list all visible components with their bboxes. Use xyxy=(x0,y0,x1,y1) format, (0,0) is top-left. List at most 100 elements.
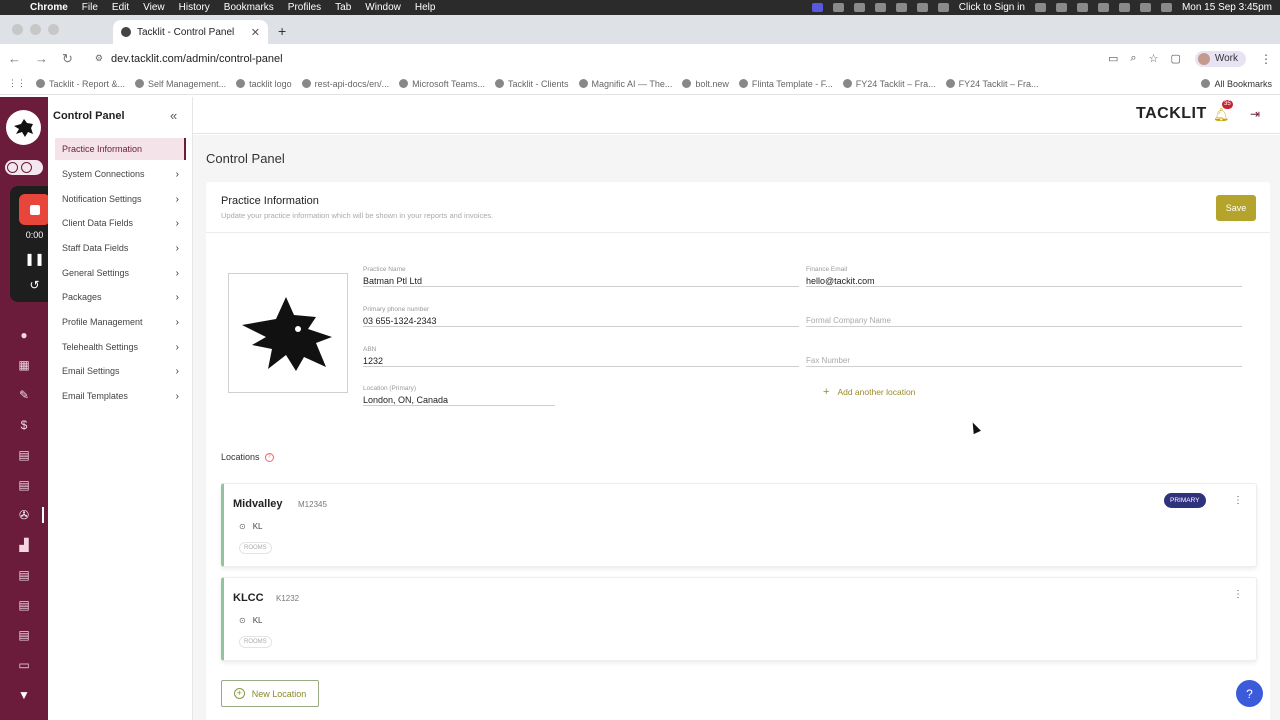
monitor-icon[interactable]: ▭ xyxy=(17,658,31,672)
menu-profiles[interactable]: Profiles xyxy=(288,2,321,13)
close-window-button[interactable] xyxy=(12,24,23,35)
tray-icon[interactable] xyxy=(1034,3,1046,12)
more-menu-icon[interactable]: ⋮ xyxy=(1260,52,1272,66)
practice-logo-upload[interactable] xyxy=(228,273,348,393)
bookmark-star-icon[interactable]: ☆ xyxy=(1149,52,1159,65)
fax-input[interactable]: Fax Number xyxy=(806,354,1242,367)
tray-icon[interactable] xyxy=(895,3,907,12)
dollar-icon[interactable]: $ xyxy=(17,418,31,432)
menu-file[interactable]: File xyxy=(82,2,98,13)
reload-icon[interactable]: ↻ xyxy=(62,51,73,67)
bookmark-item[interactable]: bolt.new xyxy=(682,79,729,89)
restart-icon[interactable]: ↺ xyxy=(29,278,39,292)
sidebar-item-telehealth-settings[interactable]: Telehealth Settings › xyxy=(55,336,186,358)
menu-bookmarks[interactable]: Bookmarks xyxy=(224,2,274,13)
menu-tab[interactable]: Tab xyxy=(335,2,351,13)
collapse-sidebar-icon[interactable]: « xyxy=(170,108,177,123)
calendar-icon[interactable]: ▦ xyxy=(17,358,31,372)
formal-company-field[interactable]: Formal Company Name xyxy=(806,306,1242,327)
practice-logo[interactable] xyxy=(6,110,41,145)
tray-icon[interactable] xyxy=(853,3,865,12)
bookmark-item[interactable]: Tacklit - Report &... xyxy=(36,79,125,89)
minimize-window-button[interactable] xyxy=(30,24,41,35)
bookmark-item[interactable]: Microsoft Teams... xyxy=(399,79,485,89)
sidebar-item-client-data-fields[interactable]: Client Data Fields › xyxy=(55,212,186,234)
document-icon[interactable]: ▤ xyxy=(17,478,31,492)
finance-email-field[interactable]: Finance Email hello@tackit.com xyxy=(806,266,1242,287)
bookmark-item[interactable]: rest-api-docs/en/... xyxy=(301,79,389,89)
browser-tab-active[interactable]: Tacklit - Control Panel ✕ xyxy=(113,20,268,44)
tray-icon[interactable] xyxy=(874,3,886,12)
sign-in-tray[interactable]: Click to Sign in xyxy=(959,2,1025,13)
control-center-icon[interactable] xyxy=(1139,3,1151,12)
sidebar-item-profile-management[interactable]: Profile Management › xyxy=(55,311,186,333)
sidebar-item-general-settings[interactable]: General Settings › xyxy=(55,262,186,284)
more-options-icon[interactable]: ⋮ xyxy=(1233,589,1243,600)
location-card[interactable]: Midvalley M12345 ⊙ KL ROOMS PRIMARY ⋮ xyxy=(221,483,1257,567)
sidebar-item-staff-data-fields[interactable]: Staff Data Fields › xyxy=(55,237,186,259)
practice-name-field[interactable]: Practice Name Batman Ptl Ltd xyxy=(363,266,799,287)
recorder-toggle[interactable] xyxy=(5,160,43,175)
bookmark-item[interactable]: Tacklit - Clients xyxy=(495,79,569,89)
sidebar-item-practice-information[interactable]: Practice Information xyxy=(55,138,186,160)
wifi-icon[interactable] xyxy=(1097,3,1109,12)
help-button[interactable]: ? xyxy=(1236,680,1263,707)
location-input[interactable]: London, ON, Canada xyxy=(363,393,555,406)
report-icon[interactable]: ▤ xyxy=(17,598,31,612)
pause-icon[interactable]: ❚❚ xyxy=(24,252,44,266)
maximize-window-button[interactable] xyxy=(48,24,59,35)
bookmark-item[interactable]: tacklit logo xyxy=(236,79,292,89)
chart-icon[interactable]: ▟ xyxy=(17,538,31,552)
wrench-icon[interactable]: ✇ xyxy=(17,508,31,522)
bookmark-item[interactable]: Self Management... xyxy=(135,79,226,89)
phone-input[interactable]: 03 655-1324-2343 xyxy=(363,314,799,327)
menu-app-name[interactable]: Chrome xyxy=(30,2,68,13)
location-field[interactable]: Location (Primary) London, ON, Canada xyxy=(363,385,555,406)
sidebar-item-system-connections[interactable]: System Connections › xyxy=(55,163,186,185)
apps-grid-icon[interactable]: ⋮⋮ xyxy=(8,78,26,89)
finance-email-input[interactable]: hello@tackit.com xyxy=(806,274,1242,287)
close-tab-icon[interactable]: ✕ xyxy=(251,26,260,39)
sidebar-item-notification-settings[interactable]: Notification Settings › xyxy=(55,188,186,210)
phone-field[interactable]: Primary phone number 03 655-1324-2343 xyxy=(363,306,799,327)
bell-icon[interactable]: 🔔︎ xyxy=(1213,107,1230,123)
add-another-location-button[interactable]: + Add another location xyxy=(823,386,915,398)
address-bar[interactable]: ⚙ dev.tacklit.com/admin/control-panel xyxy=(87,48,1094,70)
bookmark-item[interactable]: FY24 Tacklit – Fra... xyxy=(945,79,1039,89)
menu-help[interactable]: Help xyxy=(415,2,436,13)
sidebar-item-packages[interactable]: Packages › xyxy=(55,286,186,308)
menu-window[interactable]: Window xyxy=(365,2,401,13)
more-options-icon[interactable]: ⋮ xyxy=(1233,495,1243,506)
bookmark-item[interactable]: Flinta Template - F... xyxy=(738,79,833,89)
menubar-datetime[interactable]: Mon 15 Sep 3:45pm xyxy=(1182,2,1272,13)
abn-field[interactable]: ABN 1232 xyxy=(363,346,799,367)
forward-icon[interactable]: → xyxy=(35,51,48,66)
bluetooth-icon[interactable] xyxy=(1055,3,1067,12)
sidebar-item-email-settings[interactable]: Email Settings › xyxy=(55,360,186,382)
report-icon[interactable]: ▤ xyxy=(17,568,31,582)
tray-icon[interactable] xyxy=(937,3,949,12)
install-app-icon[interactable]: ▭ xyxy=(1108,52,1118,65)
location-card[interactable]: KLCC K1232 ⊙ KL ROOMS ⋮ xyxy=(221,577,1257,661)
invoice-icon[interactable]: ▤ xyxy=(17,448,31,462)
fax-field[interactable]: Fax Number xyxy=(806,346,1242,367)
site-info-icon[interactable]: ⚙ xyxy=(95,53,103,64)
zoom-icon[interactable]: ⌕ xyxy=(1130,52,1136,65)
extensions-icon[interactable]: ▢ xyxy=(1170,52,1180,65)
siri-icon[interactable] xyxy=(1160,3,1172,12)
battery-icon[interactable] xyxy=(1076,3,1088,12)
logout-icon[interactable]: ⇥ xyxy=(1250,107,1260,121)
bookmark-item[interactable]: Magnific AI — The... xyxy=(578,79,672,89)
menu-history[interactable]: History xyxy=(179,2,210,13)
profile-button[interactable]: Work xyxy=(1194,50,1246,67)
new-tab-button[interactable]: + xyxy=(278,23,286,39)
brand-mark-icon[interactable]: ▼ xyxy=(17,688,31,702)
new-location-button[interactable]: + New Location xyxy=(221,680,319,707)
screen-record-tray-icon[interactable] xyxy=(811,3,823,12)
menu-edit[interactable]: Edit xyxy=(112,2,129,13)
abn-input[interactable]: 1232 xyxy=(363,354,799,367)
practice-name-input[interactable]: Batman Ptl Ltd xyxy=(363,274,799,287)
pen-icon[interactable]: ✎ xyxy=(17,388,31,402)
zoom-tray-icon[interactable] xyxy=(832,3,844,12)
formal-company-input[interactable]: Formal Company Name xyxy=(806,314,1242,327)
